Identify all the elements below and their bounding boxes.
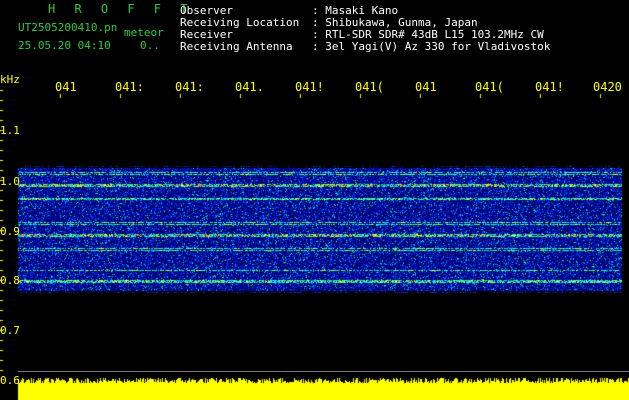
x-tick: 041 [415, 80, 437, 94]
date-time: 25.05.20 04:10 [18, 39, 111, 52]
y-tick: 0.7 [0, 324, 20, 337]
file-name: UT2505200410.pn [18, 21, 118, 34]
x-tick: 041( [355, 80, 384, 94]
x-tick: 0420 [593, 80, 622, 94]
y-tick: 0.6 [0, 374, 20, 387]
x-tick: 041: [175, 80, 204, 94]
x-tick: 041 [55, 80, 77, 94]
x-tick: 041: [115, 80, 144, 94]
x-tick: 041. [235, 80, 264, 94]
counter: 0.. [140, 39, 160, 52]
y-tick: 0.8 [0, 274, 20, 287]
y-tick: 1.0 [0, 175, 20, 188]
antenna-value: : 3el Yagi(V) Az 330 for Vladivostok [312, 40, 551, 53]
x-tick: 041! [535, 80, 564, 94]
y-tick: 1.1 [0, 124, 20, 137]
x-tick: 041! [295, 80, 324, 94]
baseline [18, 371, 629, 372]
app-title: H R O F F T [48, 2, 194, 16]
y-tick: 0.9 [0, 225, 20, 238]
mode-label: meteor [124, 26, 164, 39]
unit-label: kHz [0, 73, 20, 86]
spectrogram-window: H R O F F T UT2505200410.pn meteor 25.05… [0, 0, 629, 400]
spectrogram-canvas [0, 0, 629, 400]
x-tick: 041( [475, 80, 504, 94]
antenna-label: Receiving Antenna [180, 40, 293, 53]
